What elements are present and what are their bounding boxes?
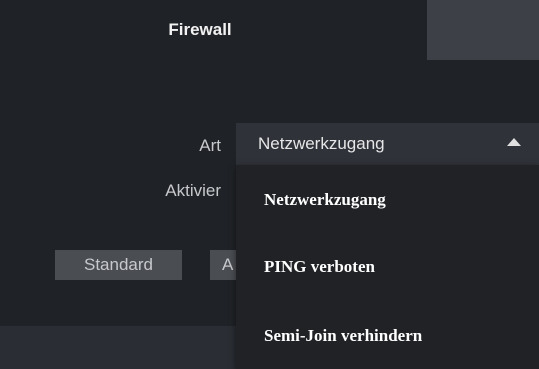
dropdown-option-label: Semi-Join verhindern [264, 326, 423, 345]
art-select[interactable]: Netzwerkzugang [236, 123, 539, 165]
tab-firewall-label: Firewall [168, 20, 232, 39]
aktivieren-label: Aktivier [165, 181, 221, 200]
dropdown-option-netzwerkzugang[interactable]: Netzwerkzugang [236, 169, 539, 233]
art-select-value: Netzwerkzugang [258, 134, 385, 153]
art-dropdown-menu: Netzwerkzugang PING verboten Semi-Join v… [236, 165, 539, 369]
dropdown-option-semi-join[interactable]: Semi-Join verhindern [236, 305, 539, 369]
art-label: Art [199, 136, 221, 155]
dropdown-option-ping-verboten[interactable]: PING verboten [236, 236, 539, 300]
caret-up-icon [507, 138, 521, 146]
dropdown-option-label: PING verboten [264, 257, 375, 276]
tab-firewall[interactable]: Firewall [0, 0, 427, 60]
tab-inactive[interactable] [427, 0, 539, 60]
dropdown-option-label: Netzwerkzugang [264, 190, 386, 209]
tab-bar: Firewall [0, 0, 539, 60]
standard-button[interactable]: Standard [55, 250, 182, 280]
